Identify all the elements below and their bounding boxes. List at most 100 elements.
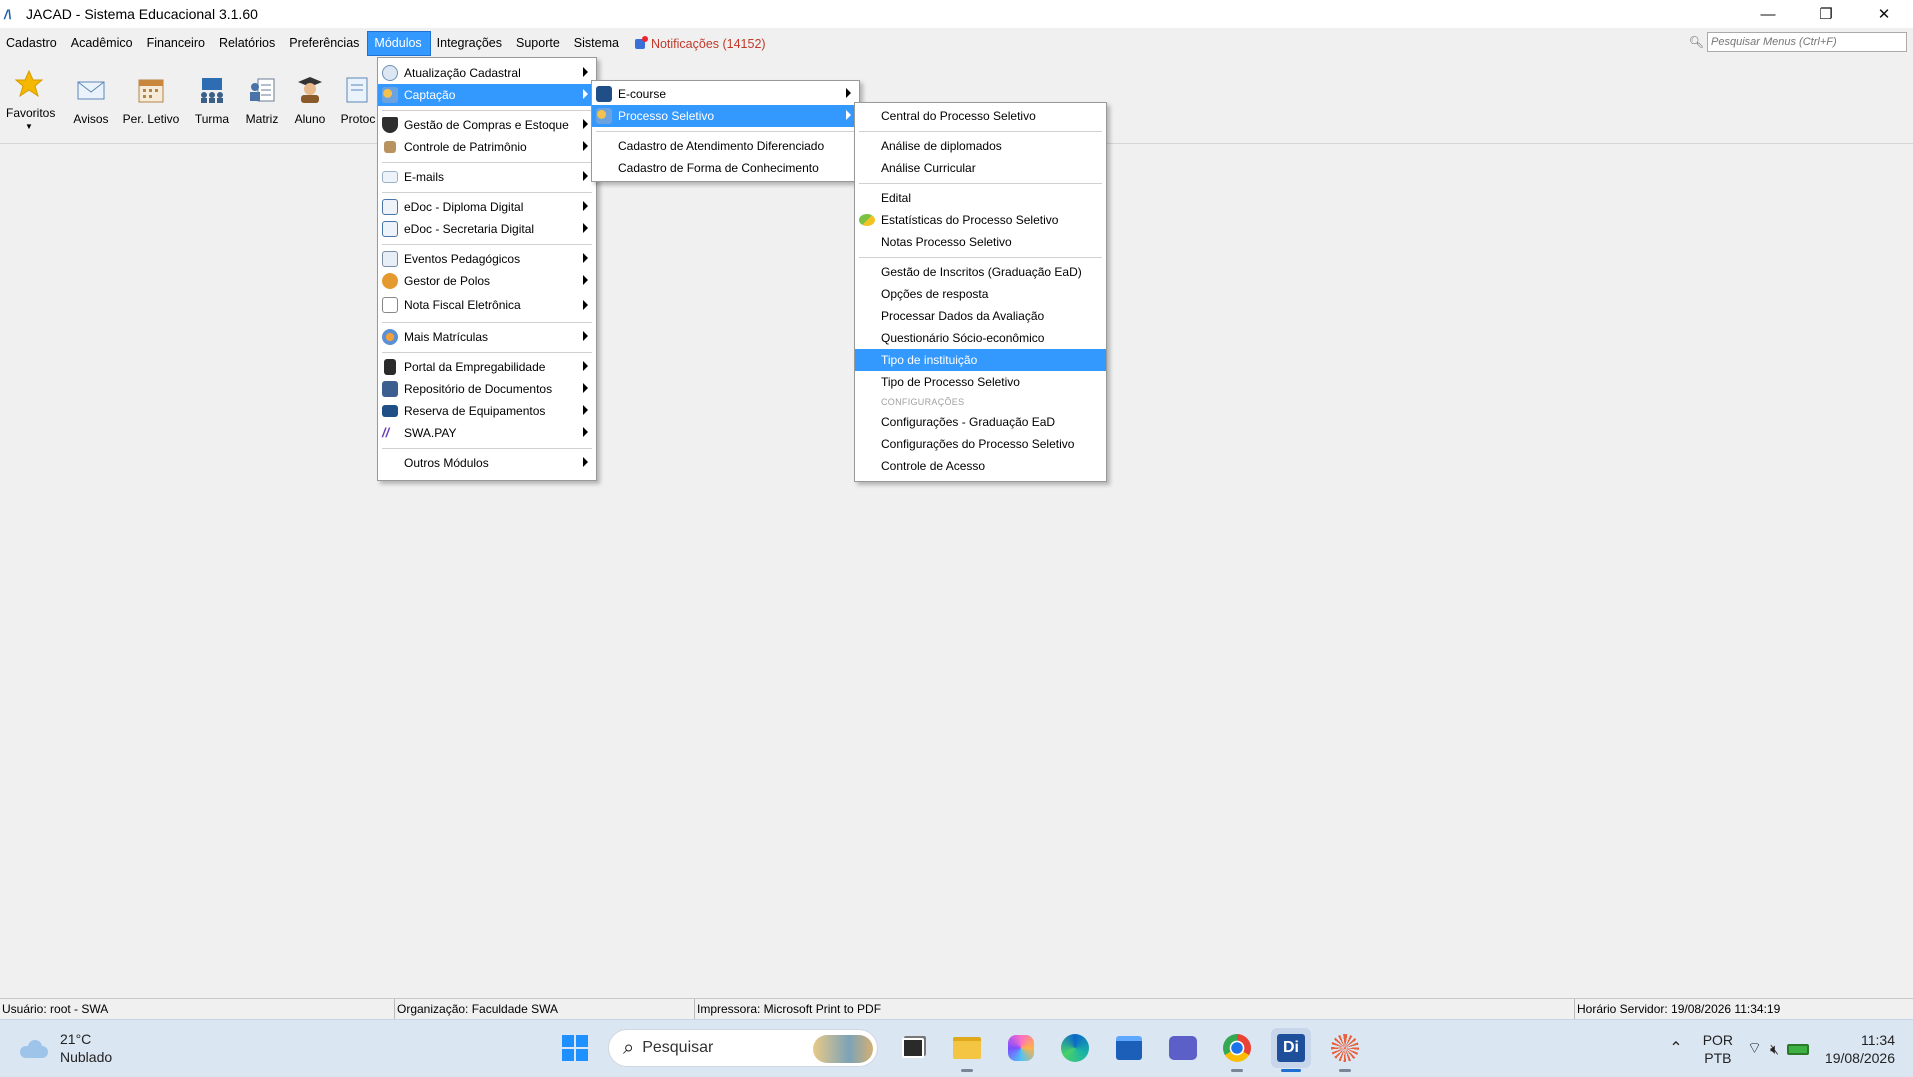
close-button[interactable]: ✕	[1855, 0, 1913, 28]
submenu-arrow-icon	[583, 275, 588, 285]
menu-item-emails[interactable]: E-mails	[378, 166, 596, 188]
edge-icon[interactable]	[1055, 1028, 1095, 1068]
menu-integracoes[interactable]: Integrações	[431, 31, 510, 56]
menu-item-portal-empregabilidade[interactable]: Portal da Empregabilidade	[378, 356, 596, 378]
polos-icon	[382, 273, 398, 289]
windows-start-icon[interactable]	[555, 1028, 595, 1068]
menu-bar: Cadastro Acadêmico Financeiro Relatórios…	[0, 30, 1913, 57]
menu-item-analise-diplomados[interactable]: Análise de diplomados	[855, 135, 1106, 157]
menu-item-gestor-polos[interactable]: Gestor de Polos	[378, 270, 596, 292]
toolbar-matriz[interactable]: Matriz	[240, 75, 284, 126]
language-indicator[interactable]: POR PTB	[1703, 1031, 1733, 1067]
menu-item-captacao[interactable]: Captação	[378, 84, 596, 106]
clock[interactable]: 11:34 19/08/2026	[1825, 1031, 1895, 1067]
notifications-label: Notificações (14152)	[650, 36, 766, 51]
toolbar-aluno[interactable]: Aluno	[290, 75, 330, 126]
wifi-icon[interactable]: ⌔	[1747, 1040, 1762, 1058]
burst-app-icon[interactable]	[1325, 1028, 1365, 1072]
menu-item-tipo-processo-seletivo[interactable]: Tipo de Processo Seletivo	[855, 371, 1106, 393]
menu-item-cadastro-forma-conhecimento[interactable]: Cadastro de Forma de Conhecimento	[592, 157, 859, 179]
window-controls: — ❐ ✕	[1739, 0, 1913, 28]
menu-item-atualizacao-cadastral[interactable]: Atualização Cadastral	[378, 62, 596, 84]
battery-icon[interactable]	[1786, 1043, 1809, 1055]
volume-muted-icon[interactable]: 🔇︎	[1770, 1040, 1779, 1058]
restore-button[interactable]: ❐	[1797, 0, 1855, 28]
menu-separator	[382, 322, 592, 323]
menu-suporte[interactable]: Suporte	[510, 31, 568, 56]
menu-item-swa-pay[interactable]: //SWA.PAY	[378, 422, 596, 444]
menu-cadastro[interactable]: Cadastro	[0, 31, 65, 56]
taskbar-search[interactable]: ⌕ Pesquisar	[608, 1029, 878, 1067]
menu-modulos[interactable]: Módulos	[367, 31, 431, 56]
status-user: Usuário: root - SWA	[0, 999, 395, 1019]
menu-item-controle-patrimonio[interactable]: Controle de Patrimônio	[378, 136, 596, 158]
copilot-icon[interactable]	[1001, 1028, 1041, 1068]
box-icon	[384, 141, 396, 153]
menu-item-e-course[interactable]: E-course	[592, 83, 859, 105]
calendar-icon	[138, 79, 164, 103]
menu-item-nota-fiscal[interactable]: Nota Fiscal Eletrônica	[378, 292, 596, 318]
toolbar-label: Avisos	[73, 112, 109, 126]
toolbar-label: Turma	[194, 112, 230, 126]
menu-item-outros-modulos[interactable]: Outros Módulos	[378, 452, 596, 474]
jacad-app-icon[interactable]: Di	[1271, 1028, 1311, 1072]
toolbar-avisos[interactable]: Avisos	[70, 75, 112, 126]
teams-icon[interactable]	[1163, 1028, 1203, 1068]
swa-pay-icon: //	[382, 425, 390, 440]
submenu-arrow-icon	[583, 383, 588, 393]
menu-item-analise-curricular[interactable]: Análise Curricular	[855, 157, 1106, 179]
weather-widget[interactable]: 21°C Nublado	[18, 1030, 112, 1066]
minimize-button[interactable]: —	[1739, 0, 1797, 28]
menu-item-cadastro-atendimento-diferenciado[interactable]: Cadastro de Atendimento Diferenciado	[592, 135, 859, 157]
menu-item-edoc-secretaria[interactable]: eDoc - Secretaria Digital	[378, 218, 596, 240]
toolbar-favoritos[interactable]: Favoritos ▼	[6, 69, 55, 131]
menu-item-gestao-inscritos[interactable]: Gestão de Inscritos (Graduação EaD)	[855, 261, 1106, 283]
menu-item-edital[interactable]: Edital	[855, 187, 1106, 209]
menu-item-questionario-socio-economico[interactable]: Questionário Sócio-econômico	[855, 327, 1106, 349]
menu-financeiro[interactable]: Financeiro	[141, 31, 213, 56]
menu-item-processar-dados-avaliacao[interactable]: Processar Dados da Avaliação	[855, 305, 1106, 327]
menu-item-configuracoes-graduacao-ead[interactable]: Configurações - Graduação EaD	[855, 411, 1106, 433]
show-hidden-icons-chevron-icon[interactable]: ⌃	[1669, 1040, 1682, 1058]
menu-item-repositorio-documentos[interactable]: Repositório de Documentos	[378, 378, 596, 400]
menu-item-notas-processo-seletivo[interactable]: Notas Processo Seletivo	[855, 231, 1106, 253]
taskbar-search-placeholder: Pesquisar	[642, 1039, 714, 1056]
taskbar-apps: ⌕ Pesquisar Di	[548, 1028, 1372, 1072]
menu-preferencias[interactable]: Preferências	[283, 31, 367, 56]
file-explorer-icon[interactable]	[947, 1028, 987, 1072]
menu-item-central-processo-seletivo[interactable]: Central do Processo Seletivo	[855, 105, 1106, 127]
people-icon	[596, 108, 612, 124]
menu-search-input[interactable]	[1707, 32, 1907, 52]
menu-item-opcoes-resposta[interactable]: Opções de resposta	[855, 283, 1106, 305]
system-tray: ⌃ POR PTB ⌔ 🔇︎ 11:34 19/08/2026	[1659, 1020, 1913, 1077]
menu-separator	[382, 352, 592, 353]
chrome-icon[interactable]	[1217, 1028, 1257, 1072]
menu-item-eventos-pedagogicos[interactable]: Eventos Pedagógicos	[378, 248, 596, 270]
menu-sistema[interactable]: Sistema	[568, 31, 627, 56]
cloud-icon	[18, 1038, 50, 1058]
menu-item-mais-matriculas[interactable]: Mais Matrículas	[378, 326, 596, 348]
menu-separator	[382, 162, 592, 163]
menu-item-processo-seletivo[interactable]: Processo Seletivo	[592, 105, 859, 127]
menu-item-tipo-instituicao[interactable]: Tipo de instituição	[855, 349, 1106, 371]
submenu-arrow-icon	[583, 253, 588, 263]
notifications-link[interactable]: Notificações (14152)	[634, 35, 766, 51]
toolbar-protocolo[interactable]: Protoc	[340, 75, 376, 126]
menu-academico[interactable]: Acadêmico	[65, 31, 141, 56]
menu-item-controle-acesso[interactable]: Controle de Acesso	[855, 455, 1106, 477]
menu-item-estatisticas-processo-seletivo[interactable]: Estatísticas do Processo Seletivo	[855, 209, 1106, 231]
toolbar-turma[interactable]: Turma	[190, 75, 234, 126]
chevron-down-icon[interactable]: ▼	[6, 122, 52, 131]
task-view-icon[interactable]	[893, 1028, 933, 1068]
toolbar-label: Matriz	[245, 112, 279, 126]
search-icon: 🔍︎	[1688, 35, 1704, 49]
menu-item-reserva-equipamentos[interactable]: Reserva de Equipamentos	[378, 400, 596, 422]
menu-item-edoc-diploma[interactable]: eDoc - Diploma Digital	[378, 196, 596, 218]
status-organization: Organização: Faculdade SWA	[395, 999, 695, 1019]
toolbar-per-letivo[interactable]: Per. Letivo	[120, 75, 182, 126]
store-icon[interactable]	[1109, 1028, 1149, 1068]
menu-item-configuracoes-processo-seletivo[interactable]: Configurações do Processo Seletivo	[855, 433, 1106, 455]
menu-item-gestao-compras[interactable]: Gestão de Compras e Estoque	[378, 114, 596, 136]
menu-relatorios[interactable]: Relatórios	[213, 31, 283, 56]
submenu-arrow-icon	[583, 201, 588, 211]
